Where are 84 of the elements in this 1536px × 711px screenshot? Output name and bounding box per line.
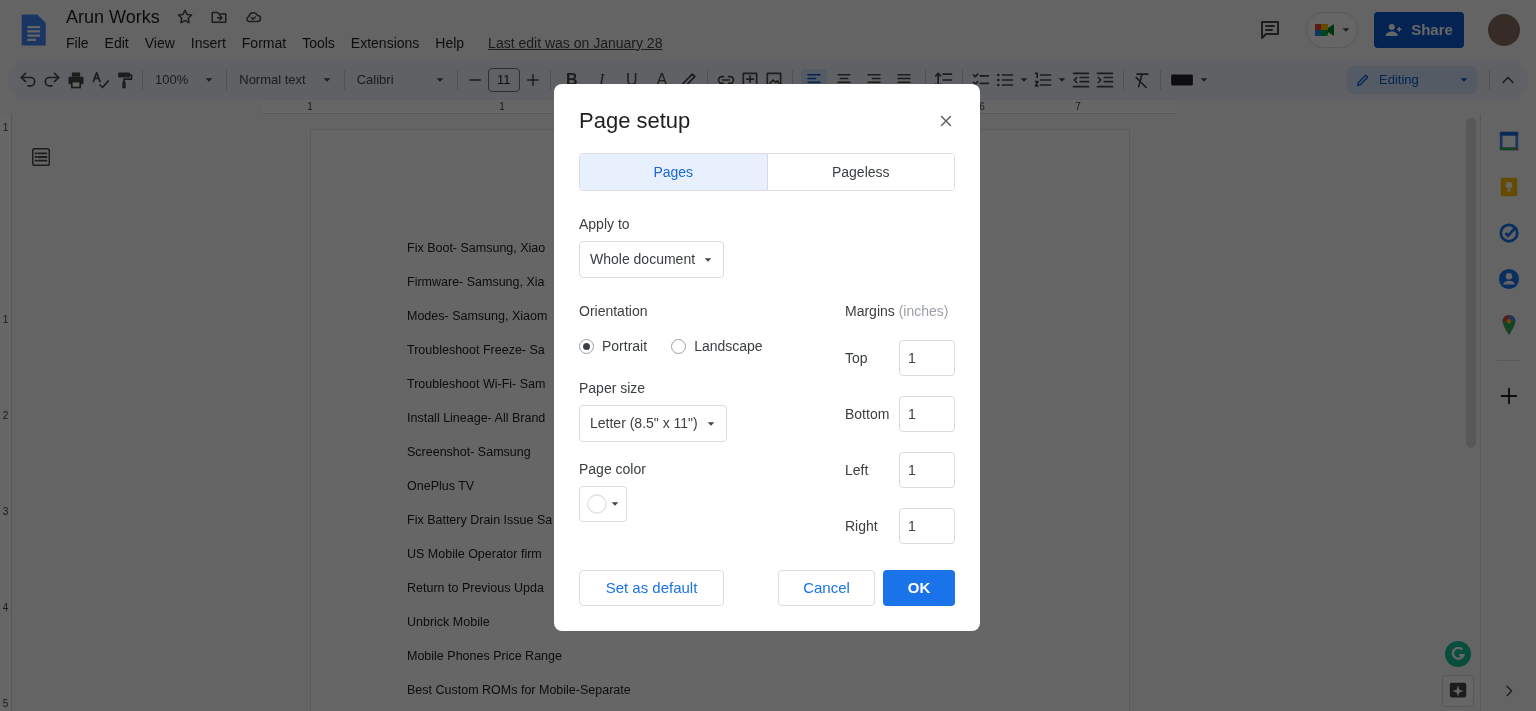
menu-item[interactable]: Edit — [104, 31, 129, 55]
section-label: Page color — [579, 460, 647, 478]
undo-icon[interactable] — [18, 70, 38, 90]
page-color-picker[interactable] — [579, 486, 627, 522]
dialog-title: Page setup — [579, 107, 691, 135]
calendar-icon[interactable] — [1497, 130, 1520, 152]
document-line: Fix Boot- Samsung, Xiao — [407, 240, 546, 256]
person-add-icon — [1385, 21, 1404, 39]
outline-icon[interactable] — [30, 145, 52, 168]
ruler-number: 2 — [2, 409, 9, 423]
document-line: Firmware- Samsung, Xia — [407, 274, 545, 290]
section-label: Margins (inches) — [845, 302, 950, 320]
document-line: Screenshot- Samsung — [407, 444, 531, 460]
grammarly-icon[interactable] — [1445, 641, 1471, 667]
menu-item[interactable]: Tools — [302, 31, 335, 55]
document-line: Install Lineage- All Brand — [407, 410, 546, 426]
margin-label: Right — [845, 516, 879, 536]
margin-label: Bottom — [845, 404, 891, 424]
menu-item[interactable]: Help — [435, 31, 465, 55]
document-line: Unbrick Mobile — [407, 614, 490, 630]
star-icon[interactable] — [175, 7, 194, 26]
document-line: US Mobile Operator firm — [407, 546, 542, 562]
tab[interactable]: Pages — [580, 154, 767, 190]
document-line: Mobile Phones Price Range — [407, 648, 562, 664]
ruler-number: 1 — [307, 101, 313, 112]
menu-item[interactable]: Insert — [190, 31, 226, 55]
section-label: Orientation — [579, 302, 649, 320]
margin-field[interactable]: 1 — [899, 452, 955, 488]
document-line: Troubleshoot Freeze- Sa — [407, 342, 545, 358]
spellcheck-icon[interactable] — [90, 70, 110, 90]
numbered-list-icon[interactable] — [1032, 70, 1053, 90]
ruler-number: 6 — [979, 101, 985, 112]
contacts-icon[interactable] — [1497, 268, 1520, 290]
document-line: Fix Battery Drain Issue Sa — [407, 512, 553, 528]
explore-button[interactable] — [1442, 675, 1474, 707]
pencil-icon — [1355, 72, 1371, 88]
apply-to-dropdown[interactable]: Whole document — [579, 241, 725, 278]
style-dropdown[interactable]: Normal text — [235, 68, 336, 92]
tasks-icon[interactable] — [1497, 222, 1520, 244]
zoom-dropdown[interactable]: 100% — [151, 68, 219, 92]
cancel-button[interactable]: Cancel — [778, 570, 875, 606]
ruler-number: 1 — [2, 121, 9, 135]
ruler-number: 3 — [2, 505, 9, 519]
increase-indent-icon[interactable] — [1094, 70, 1115, 90]
avatar[interactable] — [1488, 14, 1520, 46]
menu-item[interactable]: Extensions — [350, 31, 420, 55]
ok-button[interactable]: OK — [883, 570, 955, 606]
section-label: Paper size — [579, 379, 647, 397]
paper-size-dropdown[interactable]: Letter (8.5" x 11") — [579, 405, 727, 442]
ruler-number: 7 — [1075, 101, 1081, 112]
font-size-field[interactable]: 11 — [487, 68, 520, 92]
margin-field[interactable]: 1 — [899, 508, 955, 544]
set-default-button[interactable]: Set as default — [579, 570, 724, 606]
print-icon[interactable] — [66, 70, 86, 90]
decrease-indent-icon[interactable] — [1070, 70, 1091, 90]
document-line: Modes- Samsung, Xiaom — [407, 308, 548, 324]
document-title[interactable]: Arun Works — [66, 5, 160, 28]
ruler-number: 4 — [2, 601, 9, 615]
margin-field[interactable]: 1 — [899, 340, 955, 376]
document-line: Best Custom ROMs for Mobile-Separate — [407, 682, 631, 698]
margin-field[interactable]: 1 — [899, 396, 955, 432]
document-line: Return to Previous Upda — [407, 580, 544, 596]
ruler-number: 5 — [2, 697, 9, 711]
meet-button[interactable] — [1306, 12, 1358, 48]
field-label: Apply to — [579, 215, 631, 233]
radio-option[interactable]: Landscape — [671, 336, 763, 357]
menu-item[interactable]: File — [66, 31, 89, 55]
margin-label: Left — [845, 460, 870, 480]
color-swatch-icon — [586, 493, 608, 515]
last-edit-link[interactable]: Last edit was on January 28 — [488, 32, 663, 54]
document-line: OnePlus TV — [407, 478, 475, 494]
share-button[interactable]: Share — [1374, 12, 1464, 48]
margin-label: Top — [845, 348, 869, 368]
redo-icon[interactable] — [42, 70, 62, 90]
menu-item[interactable]: Format — [241, 31, 287, 55]
tab[interactable]: Pageless — [766, 154, 954, 190]
font-dropdown[interactable]: Calibri — [352, 68, 449, 92]
comment-icon[interactable] — [1258, 18, 1282, 42]
document-line: Troubleshoot Wi-Fi- Sam — [407, 376, 546, 392]
menu-item[interactable]: View — [144, 31, 175, 55]
ruler-number: 1 — [499, 101, 505, 112]
ruler-number: 1 — [2, 313, 9, 327]
radio-option[interactable]: Portrait — [579, 336, 648, 357]
editing-mode-dropdown[interactable]: Editing — [1347, 66, 1477, 94]
